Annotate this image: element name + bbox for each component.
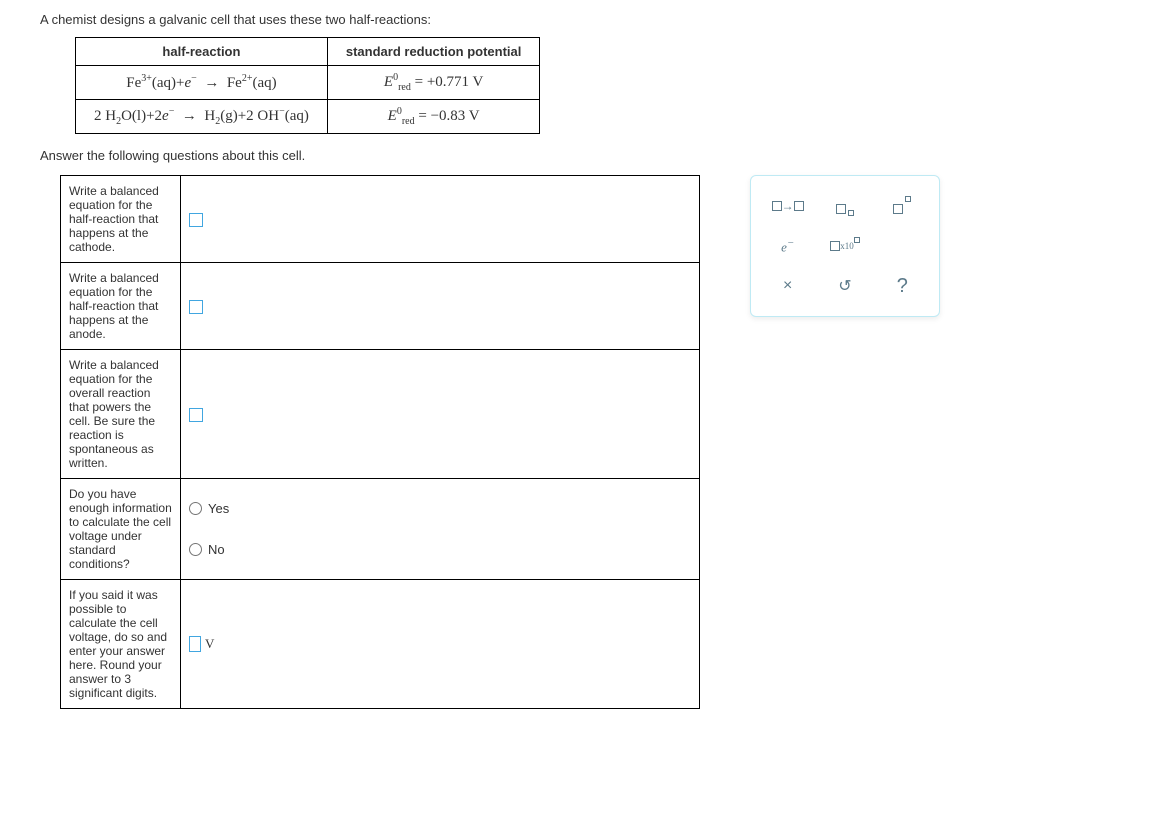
box-icon	[830, 241, 840, 251]
tool-x10[interactable]: x10	[825, 232, 865, 260]
voltage-unit: V	[205, 636, 214, 652]
equation-toolbox: → e− x10 × ↺ ?	[750, 175, 940, 317]
problem-prompt: A chemist designs a galvanic cell that u…	[40, 12, 1123, 27]
arrow-icon: →	[782, 199, 794, 214]
box-icon	[772, 201, 782, 211]
cathode-input-cell[interactable]	[181, 176, 700, 263]
x10-label: x10	[840, 241, 854, 251]
col-half-reaction: half-reaction	[76, 38, 328, 66]
col-potential: standard reduction potential	[327, 38, 540, 66]
clear-button[interactable]: ×	[773, 273, 803, 299]
voltage-input-cell[interactable]: V	[181, 580, 700, 709]
box-icon	[854, 237, 860, 243]
reaction-2: 2 H2O(l)+2e− → H2(g)+2 OH−(aq)	[76, 100, 328, 134]
tool-subscript[interactable]	[825, 192, 865, 220]
enough-input-cell: Yes No	[181, 479, 700, 580]
half-reactions-table: half-reaction standard reduction potenti…	[75, 37, 540, 134]
box-icon	[794, 201, 804, 211]
reset-button[interactable]: ↺	[830, 273, 860, 299]
voltage-input[interactable]	[189, 636, 201, 652]
electron-icon: e−	[781, 237, 794, 255]
enough-label: Do you have enough information to calcul…	[61, 479, 181, 580]
overall-input-cell[interactable]	[181, 350, 700, 479]
potential-2: E0red = −0.83 V	[327, 100, 540, 134]
voltage-label: If you said it was possible to calculate…	[61, 580, 181, 709]
overall-input-placeholder[interactable]	[189, 408, 203, 422]
subprompt: Answer the following questions about thi…	[40, 148, 1123, 163]
anode-label: Write a balanced equation for the half-r…	[61, 263, 181, 350]
reaction-1: Fe3+(aq)+e− → Fe2+(aq)	[76, 66, 328, 100]
tool-superscript[interactable]	[882, 192, 922, 220]
cathode-input-placeholder[interactable]	[189, 213, 203, 227]
anode-input-cell[interactable]	[181, 263, 700, 350]
radio-no[interactable]	[189, 543, 202, 556]
anode-input-placeholder[interactable]	[189, 300, 203, 314]
help-button[interactable]: ?	[887, 273, 917, 299]
cathode-label: Write a balanced equation for the half-r…	[61, 176, 181, 263]
tool-reaction-arrow[interactable]: →	[768, 192, 808, 220]
potential-1: E0red = +0.771 V	[327, 66, 540, 100]
questions-table: Write a balanced equation for the half-r…	[60, 175, 700, 709]
overall-label: Write a balanced equation for the overal…	[61, 350, 181, 479]
radio-yes-label: Yes	[208, 501, 229, 516]
radio-yes[interactable]	[189, 502, 202, 515]
radio-no-label: No	[208, 542, 225, 557]
tool-blank	[882, 232, 922, 260]
tool-electron[interactable]: e−	[768, 232, 808, 260]
